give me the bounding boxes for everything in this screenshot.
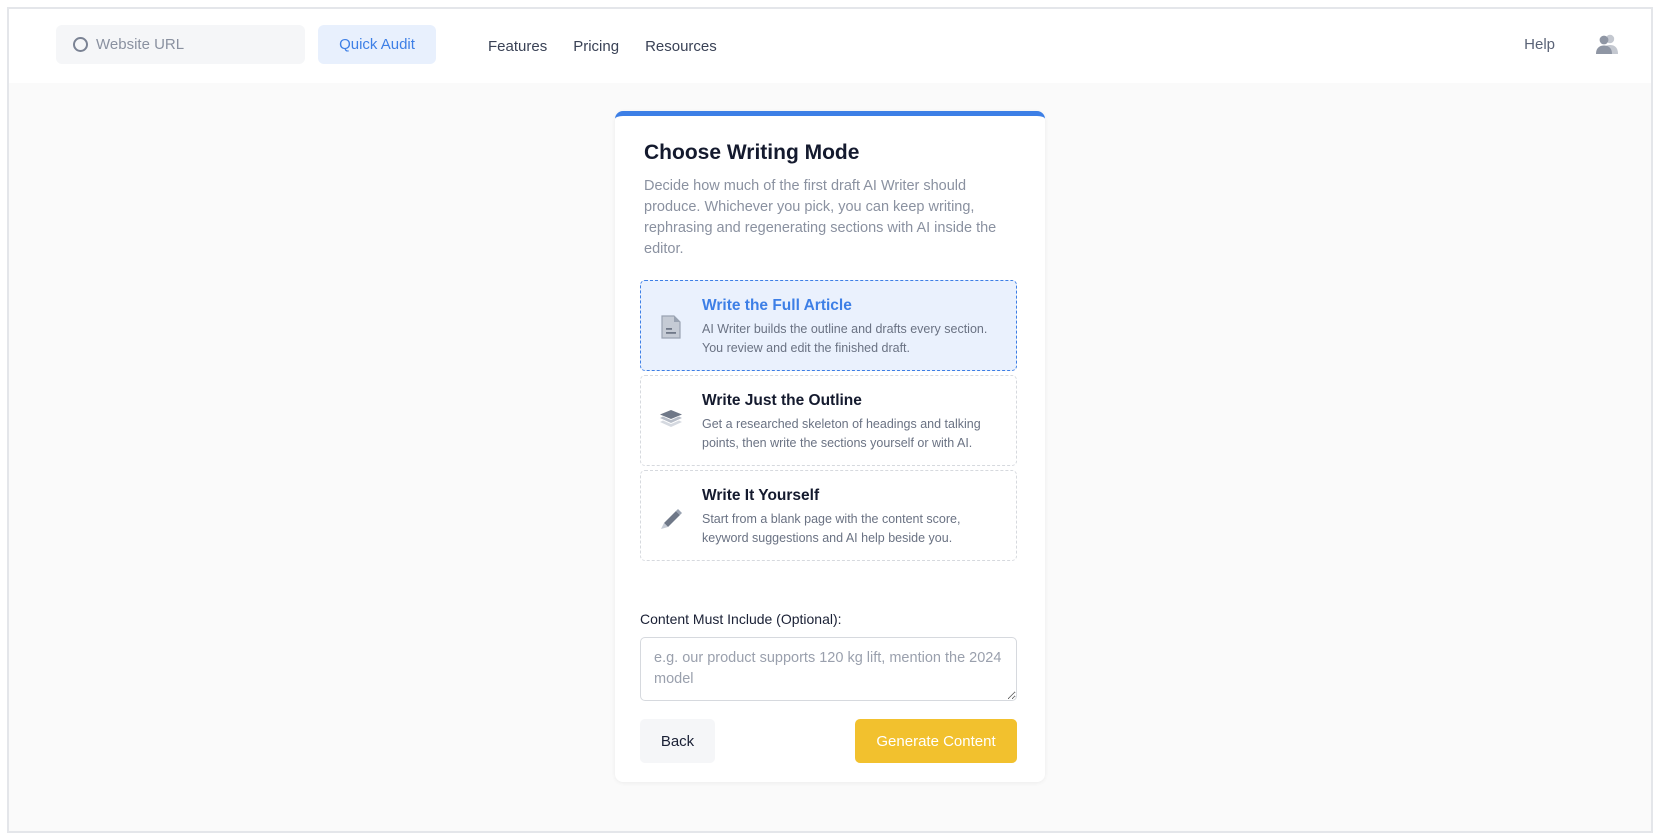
option-write-yourself[interactable]: Write It Yourself Start from a blank pag…: [640, 470, 1017, 561]
pencil-icon: [659, 504, 683, 530]
search-icon: [73, 37, 88, 52]
nav-link-pricing[interactable]: Pricing: [573, 38, 619, 55]
website-url-input[interactable]: [96, 25, 296, 64]
card-title: Choose Writing Mode: [644, 141, 860, 164]
nav-link-features[interactable]: Features: [488, 38, 547, 55]
help-link[interactable]: Help: [1524, 36, 1555, 53]
document-icon: [659, 314, 683, 340]
option-description: AI Writer builds the outline and drafts …: [702, 322, 988, 355]
nav-link-resources[interactable]: Resources: [645, 38, 717, 55]
option-title: Write the Full Article: [702, 297, 852, 314]
option-title: Write Just the Outline: [702, 392, 862, 409]
card-description: Decide how much of the first draft AI Wr…: [644, 178, 997, 257]
main-nav-links: Features Pricing Resources: [488, 9, 717, 83]
top-navigation: Quick Audit Features Pricing Resources H…: [9, 9, 1651, 83]
option-outline[interactable]: Write Just the Outline Get a researched …: [640, 375, 1017, 466]
back-button[interactable]: Back: [640, 719, 715, 763]
website-url-search[interactable]: [56, 25, 305, 64]
quick-audit-button[interactable]: Quick Audit: [318, 25, 436, 64]
layers-icon: [659, 409, 683, 435]
option-description: Start from a blank page with the content…: [702, 512, 961, 545]
app-window: Quick Audit Features Pricing Resources H…: [7, 7, 1653, 833]
must-include-textarea[interactable]: [640, 637, 1017, 701]
generate-content-button[interactable]: Generate Content: [855, 719, 1017, 763]
users-icon[interactable]: [1595, 33, 1619, 55]
option-description: Get a researched skeleton of headings an…: [702, 417, 981, 450]
option-title: Write It Yourself: [702, 487, 820, 504]
must-include-label: Content Must Include (Optional):: [640, 611, 842, 627]
option-full-article[interactable]: Write the Full Article AI Writer builds …: [640, 280, 1017, 371]
writing-mode-card: Choose Writing Mode Decide how much of t…: [615, 111, 1045, 782]
